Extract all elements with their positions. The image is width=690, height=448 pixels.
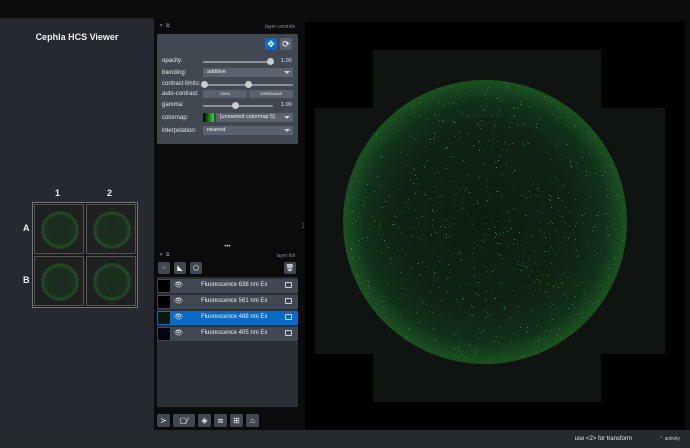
grid-icon[interactable]: ⊞ bbox=[230, 414, 243, 427]
console-icon[interactable]: ≻ bbox=[157, 414, 170, 427]
interpolation-label: interpolation: bbox=[162, 128, 197, 134]
transform-icon[interactable]: ⟳ bbox=[280, 38, 292, 50]
auto-contrast-label: auto-contrast: bbox=[162, 91, 199, 97]
colormap-label: colormap: bbox=[162, 115, 189, 121]
column-label-1: 1 bbox=[55, 188, 61, 198]
contrast-min-knob[interactable] bbox=[201, 81, 208, 88]
layer-list-toolbar: ⁘ ◣ ⬠ 🗑 bbox=[157, 261, 298, 275]
layer-list-header: ✕ ⧉ layer list bbox=[157, 252, 298, 260]
layer-thumbnail bbox=[158, 280, 170, 292]
image-icon bbox=[285, 314, 292, 320]
contrast-max-knob[interactable] bbox=[245, 81, 252, 88]
layer-name: Fluorescence 405 nm Ex bbox=[201, 330, 268, 336]
image-icon bbox=[285, 282, 292, 288]
viewer-toolbar: ≻ ▢⁄ ◈ ⧈ ⊞ ⌂ bbox=[157, 414, 267, 428]
eye-icon[interactable]: 👁 bbox=[174, 282, 183, 290]
interpolation-select[interactable]: nearest bbox=[203, 126, 293, 135]
home-icon[interactable]: ⌂ bbox=[246, 414, 259, 427]
image-icon bbox=[285, 330, 292, 336]
layer-name: Fluorescence 561 nm Ex bbox=[201, 298, 268, 304]
auto-contrast-once-button[interactable]: once bbox=[203, 90, 247, 98]
colormap-swatch bbox=[203, 113, 214, 122]
row-label-a: A bbox=[23, 223, 30, 233]
float-icon[interactable]: ⧉ bbox=[166, 23, 170, 29]
gamma-value: 1.00 bbox=[281, 102, 292, 108]
shapes-layer-icon[interactable]: ◣ bbox=[174, 262, 186, 274]
well-a2[interactable] bbox=[86, 204, 136, 254]
move-icon[interactable]: ✥ bbox=[265, 38, 277, 50]
blending-select[interactable]: additive bbox=[203, 68, 293, 77]
plate-grid bbox=[32, 202, 138, 308]
activity-button[interactable]: ⌃ activity bbox=[659, 436, 680, 442]
layer-name: Fluorescence 488 nm Ex bbox=[201, 314, 268, 320]
labels-layer-icon[interactable]: ⬠ bbox=[190, 262, 202, 274]
app-title: Cephla HCS Viewer bbox=[35, 32, 119, 42]
ndisplay-icon[interactable]: ▢⁄ bbox=[173, 414, 195, 427]
eye-icon[interactable]: 👁 bbox=[174, 314, 183, 322]
opacity-slider-knob[interactable] bbox=[267, 58, 274, 65]
status-hint: use <2> for transform bbox=[574, 436, 632, 442]
layer-name: Fluorescence 638 nm Ex bbox=[201, 282, 268, 288]
close-icon[interactable]: ✕ bbox=[159, 23, 163, 29]
layer-row-405[interactable]: 👁 Fluorescence 405 nm Ex bbox=[157, 327, 298, 341]
layer-controls-title: layer controls bbox=[265, 24, 295, 30]
well-b1[interactable] bbox=[34, 256, 84, 306]
image-icon bbox=[285, 298, 292, 304]
blending-label: blending: bbox=[162, 70, 187, 76]
layer-thumbnail bbox=[158, 296, 170, 308]
layer-controls-header: ✕ ⧉ layer controls bbox=[157, 22, 298, 32]
delete-icon[interactable]: 🗑 bbox=[284, 262, 296, 274]
close-icon[interactable]: ✕ bbox=[159, 252, 163, 258]
opacity-label: opacity: bbox=[162, 58, 183, 64]
points-layer-icon[interactable]: ⁘ bbox=[158, 262, 170, 274]
colormap-select[interactable]: [unnamed colormap 5] bbox=[216, 113, 293, 122]
layer-row-488[interactable]: 👁 Fluorescence 488 nm Ex bbox=[157, 311, 298, 325]
layer-controls-panel: ✥ ⟳ opacity: 1.00 blending: additive con… bbox=[157, 34, 298, 144]
vertical-splitter-handle[interactable]: ⋮ bbox=[300, 222, 306, 232]
contrast-limits-label: contrast limits: bbox=[162, 81, 201, 87]
layer-list-title: layer list bbox=[276, 253, 295, 259]
row-label-b: B bbox=[23, 275, 30, 285]
top-bar bbox=[0, 0, 690, 18]
opacity-slider[interactable] bbox=[203, 61, 273, 63]
image-canvas[interactable] bbox=[305, 22, 685, 430]
transpose-icon[interactable]: ⧈ bbox=[214, 414, 227, 427]
float-icon[interactable]: ⧉ bbox=[166, 252, 170, 258]
opacity-value: 1.00 bbox=[281, 58, 292, 64]
roll-icon[interactable]: ◈ bbox=[198, 414, 211, 427]
layer-row-638[interactable]: 👁 Fluorescence 638 nm Ex bbox=[157, 279, 298, 293]
eye-icon[interactable]: 👁 bbox=[174, 330, 183, 338]
column-label-2: 2 bbox=[107, 188, 113, 198]
gamma-label: gamma: bbox=[162, 102, 184, 108]
layer-list: 👁 Fluorescence 638 nm Ex 👁 Fluorescence … bbox=[157, 277, 298, 407]
gamma-slider-knob[interactable] bbox=[232, 102, 239, 109]
auto-contrast-continuous-button[interactable]: continuous bbox=[249, 90, 293, 98]
well-a1[interactable] bbox=[34, 204, 84, 254]
layer-thumbnail bbox=[158, 328, 170, 340]
well-b2[interactable] bbox=[86, 256, 136, 306]
eye-icon[interactable]: 👁 bbox=[174, 298, 183, 306]
layer-thumbnail bbox=[158, 312, 170, 324]
panel-splitter-handle[interactable]: ••• bbox=[157, 244, 298, 250]
layer-row-561[interactable]: 👁 Fluorescence 561 nm Ex bbox=[157, 295, 298, 309]
